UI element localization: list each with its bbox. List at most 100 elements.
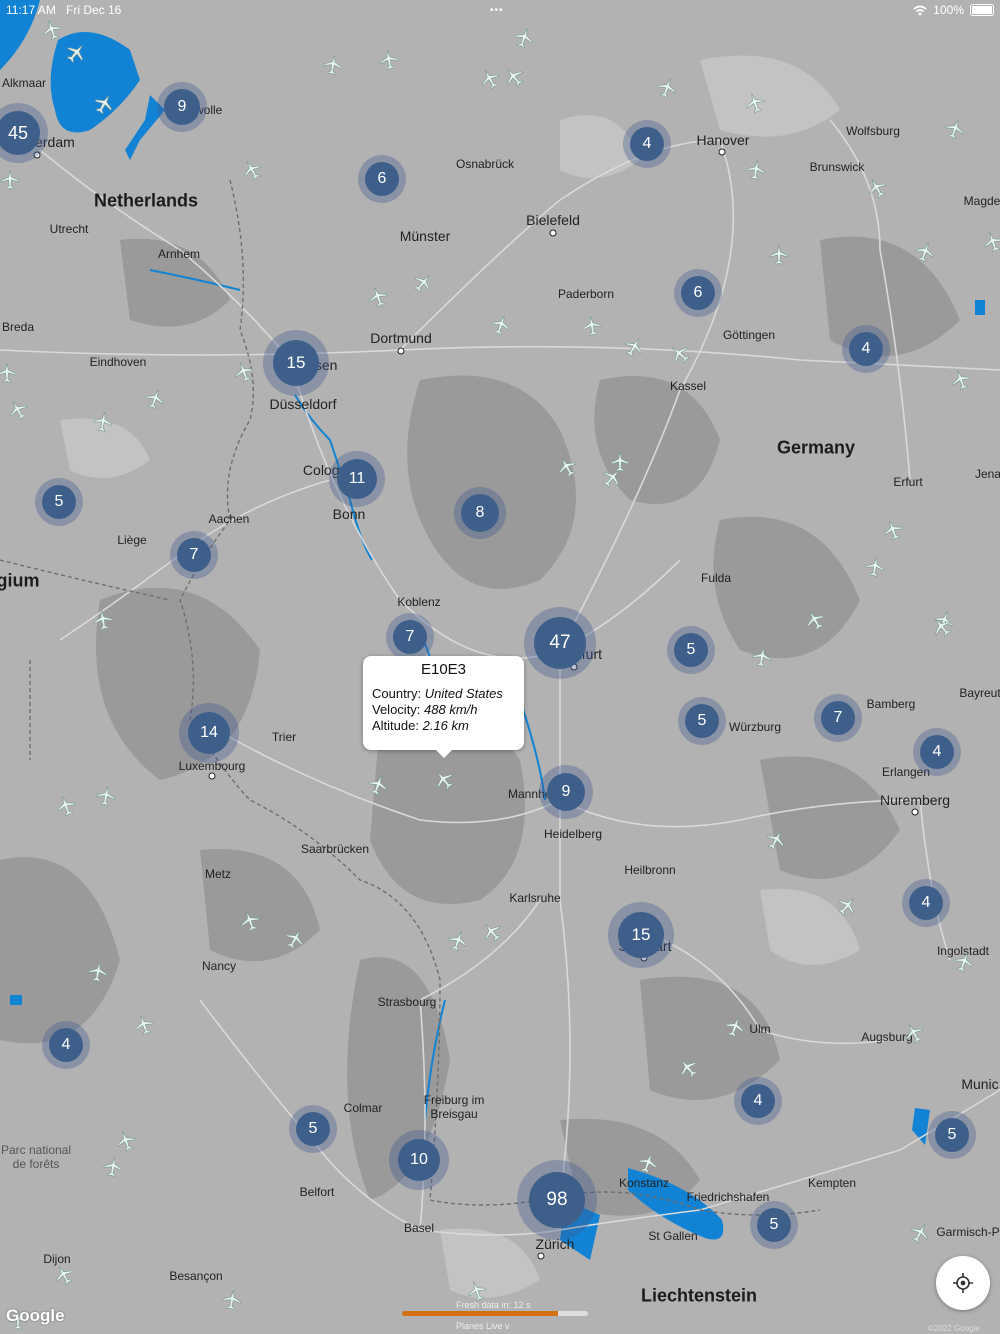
cluster-marker[interactable]: 4 [913,728,961,776]
cluster-marker[interactable]: 4 [623,120,671,168]
plane-icon[interactable] [742,156,770,184]
cluster-marker[interactable]: 4 [42,1021,90,1069]
cluster-marker[interactable]: 4 [734,1077,782,1125]
cluster-count: 4 [920,735,954,769]
plane-icon[interactable] [99,1153,127,1181]
flight-info-popup[interactable]: E10E3 Country: United States Velocity: 4… [363,656,524,758]
plane-icon[interactable] [861,553,889,581]
country-label: Netherlands [93,190,199,211]
google-logo[interactable]: Google [6,1306,65,1326]
city-label: Osnabrück [455,157,515,171]
refresh-progress-bar [402,1311,588,1316]
cluster-marker[interactable]: 5 [289,1105,337,1153]
city-label: Saarbrücken [300,842,370,856]
city-dot [397,347,405,355]
cluster-marker[interactable]: 98 [517,1160,597,1240]
plane-icon[interactable] [84,958,112,986]
cluster-count: 7 [177,538,211,572]
battery-icon [970,4,994,16]
country-label: Germany [776,437,856,458]
plane-icon[interactable] [0,361,19,385]
plane-icon[interactable] [319,51,347,79]
locate-button[interactable] [936,1256,990,1310]
cluster-marker[interactable]: 11 [329,451,385,507]
cluster-count: 7 [821,701,855,735]
status-date: Fri Dec 16 [66,3,122,17]
cluster-marker[interactable]: 5 [667,626,715,674]
status-time: 11:17 AM [6,3,56,17]
city-label: Basel [403,1221,435,1235]
plane-icon[interactable] [767,243,791,267]
city-label: Erfurt [893,475,923,489]
city-label: Friedrichshafen [686,1190,770,1204]
city-label: Colmar [343,1101,383,1115]
cluster-marker[interactable]: 6 [674,269,722,317]
popup-row-country: Country: United States [372,686,524,702]
city-label: Arnhem [157,247,201,261]
country-label: Liechtenstein [640,1285,758,1306]
city-label: Aachen [208,512,250,526]
locate-icon [953,1273,973,1293]
popup-row-altitude: Altitude: 2.16 km [372,718,524,734]
fresh-data-label: Fresh data in: 12 s [456,1300,531,1310]
cluster-marker[interactable]: 9 [539,765,593,819]
city-label: Wolfsburg [846,124,900,138]
cluster-marker[interactable]: 7 [170,531,218,579]
cluster-marker[interactable]: 47 [524,607,596,679]
cluster-count: 9 [164,89,200,125]
city-label: Liège [117,533,147,547]
cluster-count: 15 [273,340,319,386]
city-dot [718,148,726,156]
cluster-marker[interactable]: 9 [157,82,207,132]
plane-icon[interactable] [0,168,22,192]
plane-icon[interactable] [89,606,117,634]
cluster-marker[interactable]: 7 [814,694,862,742]
cluster-marker[interactable]: 7 [386,613,434,661]
city-label: Bayreut [959,686,1000,700]
plane-icon[interactable] [92,782,120,810]
cluster-marker[interactable]: 14 [179,703,239,763]
row-label: Velocity: [372,702,421,717]
battery-percent: 100% [933,3,964,17]
city-label: Brunswick [809,160,865,174]
plane-icon[interactable] [218,1286,246,1314]
cluster-marker[interactable]: 4 [842,325,890,373]
cluster-marker[interactable]: 5 [750,1201,798,1249]
plane-icon[interactable] [89,408,117,436]
row-value: 2.16 km [422,718,469,733]
city-label: Fulda [700,571,732,585]
cluster-marker[interactable]: 5 [35,478,83,526]
cluster-count: 6 [681,276,715,310]
cluster-marker[interactable]: 8 [454,487,506,539]
cluster-marker[interactable]: 5 [678,697,726,745]
plane-icon[interactable] [375,46,403,74]
city-label: Jena [974,467,1000,481]
city-label: Bielefeld [526,212,580,228]
city-label: Metz [204,867,232,881]
cluster-marker[interactable]: 15 [608,902,674,968]
cluster-marker[interactable]: 4 [902,879,950,927]
city-label: Parc national de forêts [0,1143,72,1171]
city-label: Würzburg [728,720,782,734]
cluster-count: 10 [398,1139,440,1181]
plane-icon[interactable] [578,312,606,340]
cluster-count: 14 [188,712,230,754]
plane-icon[interactable] [748,643,776,671]
cluster-count: 47 [534,617,586,669]
row-value: United States [424,686,503,701]
city-label: Freiburg im Breisgau [423,1093,485,1121]
cluster-count: 15 [618,912,664,958]
cluster-count: 4 [630,127,664,161]
cluster-count: 4 [849,332,883,366]
city-label: Bamberg [866,697,916,711]
status-right: 100% [913,3,994,17]
cluster-marker[interactable]: 15 [263,330,329,396]
cluster-marker[interactable]: 10 [389,1130,449,1190]
city-label: Trier [271,730,297,744]
refresh-indicator: Fresh data in: 12 s Planes Live v [402,1297,588,1334]
cluster-marker[interactable]: 6 [358,155,406,203]
city-label: Eindhoven [89,355,147,369]
cluster-marker[interactable]: 5 [928,1111,976,1159]
city-label: Belfort [299,1185,335,1199]
country-label: gium [0,570,40,591]
